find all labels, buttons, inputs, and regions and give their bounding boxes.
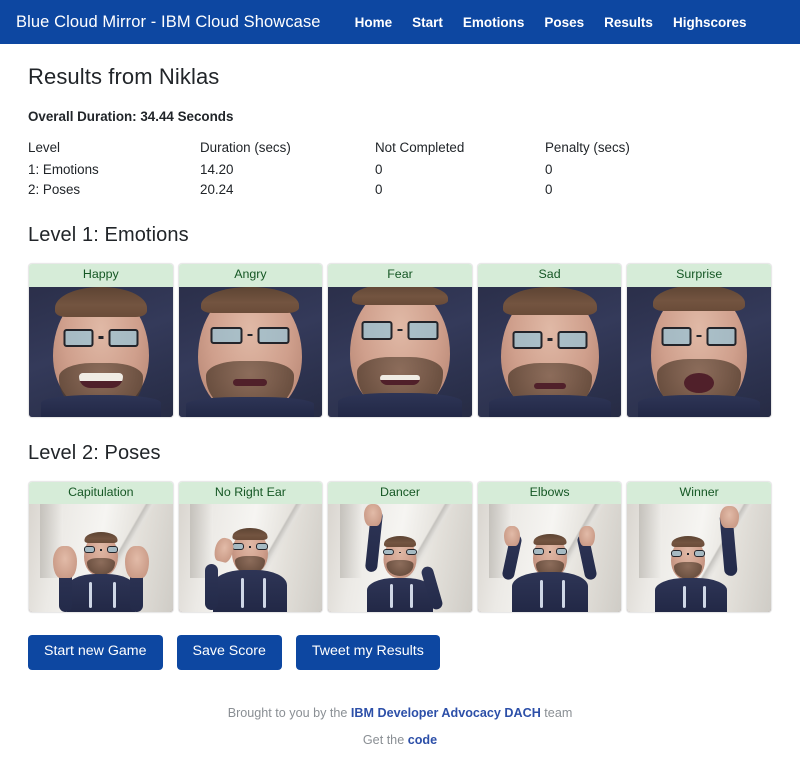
footer-code-prefix: Get the — [362, 732, 408, 747]
pose-card-winner[interactable]: Winner — [626, 480, 772, 614]
nav-link-start[interactable]: Start — [412, 15, 443, 30]
emotion-card-label: Angry — [178, 264, 323, 287]
emotion-card-angry[interactable]: Angry — [177, 263, 324, 418]
emotion-card-label: Surprise — [627, 264, 771, 287]
table-header-row: Level Duration (secs) Not Completed Pena… — [28, 140, 772, 160]
emotion-card-label: Fear — [328, 264, 472, 287]
emotion-photo-surprise — [627, 286, 771, 417]
pose-card-no-right-ear[interactable]: No Right Ear — [177, 480, 324, 614]
emotion-card-label: Happy — [29, 264, 173, 287]
footer-credit-line: Brought to you by the IBM Developer Advo… — [0, 700, 800, 727]
nav-link-poses[interactable]: Poses — [544, 15, 584, 30]
emotion-photo-fear — [328, 286, 472, 417]
pose-card-label: Winner — [627, 481, 771, 505]
emotion-photo-angry — [178, 286, 323, 417]
pose-card-capitulation[interactable]: Capitulation — [28, 480, 174, 614]
cell-not-completed: 0 — [375, 182, 383, 197]
footer-credit-prefix: Brought to you by the — [227, 705, 351, 720]
results-table: Level Duration (secs) Not Completed Pena… — [28, 140, 772, 200]
pose-photo-elbows — [477, 504, 622, 613]
footer-code-link[interactable]: code — [408, 733, 437, 747]
page-footer: Brought to you by the IBM Developer Advo… — [0, 700, 800, 754]
cell-level: 1: Emotions — [28, 162, 99, 177]
table-header-not-completed: Not Completed — [375, 140, 465, 155]
level1-heading: Level 1: Emotions — [28, 224, 189, 246]
nav-link-results[interactable]: Results — [604, 15, 653, 30]
navbar-links: Home Start Emotions Poses Results Highsc… — [355, 15, 747, 30]
level1-card-row: Happy Angry Fear Sad Surprise — [28, 263, 772, 418]
emotion-card-surprise[interactable]: Surprise — [626, 263, 772, 418]
table-row: 1: Emotions 14.20 0 0 — [28, 160, 772, 180]
table-row: 2: Poses 20.24 0 0 — [28, 180, 772, 200]
cell-duration: 14.20 — [200, 162, 234, 177]
cell-duration: 20.24 — [200, 182, 234, 197]
page-title: Results from Niklas — [28, 64, 220, 89]
cell-level: 2: Poses — [28, 182, 81, 197]
emotion-card-sad[interactable]: Sad — [476, 263, 623, 418]
level2-heading: Level 2: Poses — [28, 441, 161, 464]
action-button-bar: Start new Game Save Score Tweet my Resul… — [28, 635, 772, 670]
main-container: Results from Niklas Overall Duration: 34… — [0, 64, 800, 670]
emotion-card-label: Sad — [477, 264, 622, 287]
tweet-my-results-button[interactable]: Tweet my Results — [295, 635, 440, 670]
emotion-card-happy[interactable]: Happy — [28, 263, 174, 418]
pose-card-label: Capitulation — [29, 481, 173, 505]
table-header-duration: Duration (secs) — [200, 140, 291, 155]
pose-photo-capitulation — [29, 504, 173, 613]
cell-not-completed: 0 — [375, 162, 383, 177]
emotion-photo-happy — [29, 286, 173, 417]
pose-photo-no-right-ear — [178, 504, 323, 613]
table-header-penalty: Penalty (secs) — [545, 140, 630, 155]
footer-credit-suffix: team — [540, 705, 573, 720]
top-navbar: Blue Cloud Mirror - IBM Cloud Showcase H… — [0, 0, 800, 44]
nav-link-home[interactable]: Home — [355, 15, 393, 30]
pose-card-dancer[interactable]: Dancer — [327, 480, 473, 614]
emotion-photo-sad — [477, 286, 622, 417]
emotion-card-fear[interactable]: Fear — [327, 263, 473, 418]
pose-card-label: No Right Ear — [178, 481, 323, 505]
cell-penalty: 0 — [545, 162, 553, 177]
level2-card-row: Capitulation No Right Ear Dancer Elbows … — [28, 480, 772, 614]
overall-duration: Overall Duration: 34.44 Seconds — [28, 109, 234, 124]
footer-team-link[interactable]: IBM Developer Advocacy DACH — [351, 706, 541, 720]
pose-card-label: Dancer — [328, 481, 472, 505]
nav-link-highscores[interactable]: Highscores — [673, 15, 747, 30]
cell-penalty: 0 — [545, 182, 553, 197]
save-score-button[interactable]: Save Score — [176, 635, 282, 670]
pose-photo-winner — [627, 504, 771, 613]
start-new-game-button[interactable]: Start new Game — [28, 635, 163, 670]
table-header-level: Level — [28, 140, 61, 155]
nav-link-emotions[interactable]: Emotions — [463, 15, 525, 30]
pose-card-label: Elbows — [477, 481, 622, 505]
navbar-brand[interactable]: Blue Cloud Mirror - IBM Cloud Showcase — [16, 13, 321, 32]
pose-photo-dancer — [328, 504, 472, 613]
pose-card-elbows[interactable]: Elbows — [476, 480, 623, 614]
footer-code-line: Get the code — [0, 727, 800, 754]
